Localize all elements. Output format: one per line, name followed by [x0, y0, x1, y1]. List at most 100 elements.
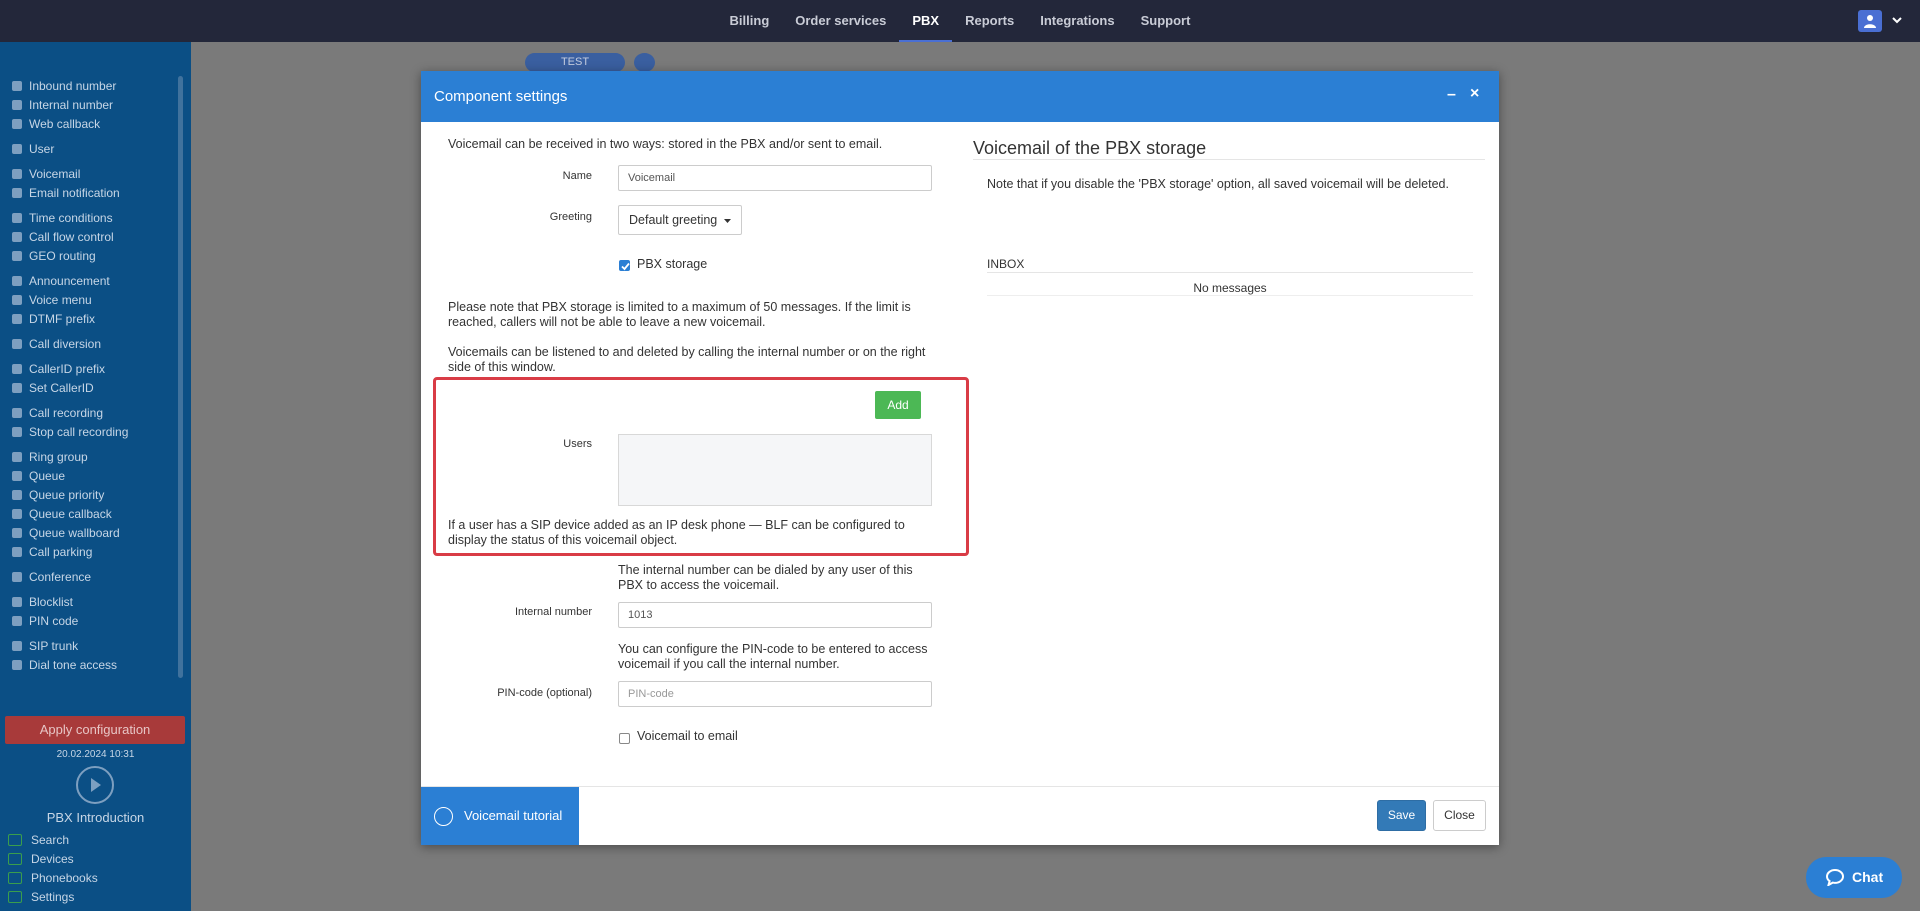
chat-button[interactable]: Chat — [1806, 857, 1902, 898]
nav-integrations[interactable]: Integrations — [1027, 0, 1127, 42]
sidebar-item[interactable]: Call parking — [0, 542, 178, 561]
pin-code-label: PIN-code (optional) — [497, 687, 592, 699]
list-icon — [12, 363, 22, 374]
close-button[interactable]: Close — [1433, 800, 1486, 831]
chevron-down-icon[interactable] — [1892, 16, 1902, 24]
table-icon — [12, 527, 22, 538]
sidebar: Inbound number Internal number Web callbac… — [0, 42, 191, 911]
sidebar-item-label: Call parking — [29, 544, 93, 559]
save-button[interactable]: Save — [1377, 800, 1426, 831]
sidebar-item[interactable]: Email notification — [0, 183, 178, 202]
sidebar-item[interactable]: Voice menu — [0, 290, 178, 309]
user-icon — [12, 143, 22, 154]
sidebar-item-label: Conference — [29, 569, 92, 584]
sidebar-item-label: Queue — [29, 468, 66, 483]
microphone-slash-icon — [12, 426, 22, 437]
sidebar-item[interactable]: Call diversion — [0, 334, 178, 353]
nav-order-services[interactable]: Order services — [782, 0, 899, 42]
sidebar-item[interactable]: Queue — [0, 466, 178, 485]
sidebar-item[interactable]: PIN code — [0, 611, 178, 630]
sidebar-item[interactable]: DTMF prefix — [0, 309, 178, 328]
sidebar-bottom-link[interactable]: Devices — [8, 849, 98, 868]
sidebar-bottom-label: Search — [31, 832, 70, 847]
sidebar-item[interactable]: Internal number — [0, 95, 178, 114]
pin-code-input[interactable]: PIN-code — [618, 681, 932, 707]
apply-configuration-button[interactable]: Apply configuration — [5, 716, 185, 744]
sidebar-item[interactable]: Time conditions — [0, 208, 178, 227]
divider — [987, 295, 1473, 296]
voicemail-to-email-label: Voicemail to email — [637, 729, 738, 743]
sidebar-item-label: Queue callback — [29, 506, 112, 521]
nav-reports[interactable]: Reports — [952, 0, 1027, 42]
users-list[interactable] — [618, 434, 932, 506]
pbx-storage-label: PBX storage — [637, 257, 708, 271]
sidebar-item[interactable]: Announcement — [0, 271, 178, 290]
sidebar-item[interactable]: Ring group — [0, 447, 178, 466]
ban-icon — [12, 596, 22, 607]
sidebar-item-label: Time conditions — [29, 210, 113, 225]
modal-title: Component settings — [434, 88, 568, 105]
sidebar-item[interactable]: Inbound number — [0, 76, 178, 95]
nav-billing[interactable]: Billing — [717, 0, 783, 42]
canvas-add-tab-button[interactable] — [634, 53, 655, 72]
sidebar-item[interactable]: Set CallerID — [0, 378, 178, 397]
sidebar-item[interactable]: CallerID prefix — [0, 359, 178, 378]
chat-bubble-icon — [1826, 869, 1844, 886]
voicemail-to-email-checkbox[interactable] — [619, 733, 630, 744]
history-icon — [12, 118, 22, 129]
sidebar-bottom-label: Phonebooks — [31, 870, 98, 885]
book-icon — [434, 807, 453, 826]
sidebar-bottom-label: Settings — [31, 889, 75, 904]
pbx-introduction-link[interactable]: PBX Introduction — [0, 810, 191, 825]
sidebar-item[interactable]: Queue callback — [0, 504, 178, 523]
toggle-icon — [12, 231, 22, 242]
sidebar-item-label: Queue priority — [29, 487, 105, 502]
sidebar-item-label: Inbound number — [29, 78, 117, 93]
sidebar-item[interactable]: Stop call recording — [0, 422, 178, 441]
sidebar-item[interactable]: Queue wallboard — [0, 523, 178, 542]
minimize-icon[interactable]: – — [1447, 86, 1456, 104]
internal-number-input[interactable]: 1013 — [618, 602, 932, 628]
greeting-dropdown[interactable]: Default greeting — [618, 205, 742, 235]
monitor-icon — [8, 852, 22, 865]
sidebar-item[interactable]: Call recording — [0, 403, 178, 422]
add-user-button[interactable]: Add — [875, 391, 921, 419]
main-nav: Billing Order services PBX Reports Integ… — [0, 0, 1920, 42]
sidebar-item[interactable]: Conference — [0, 567, 178, 586]
sidebar-item[interactable]: Queue priority — [0, 485, 178, 504]
code-icon — [12, 313, 22, 324]
voicemail-tutorial-button[interactable]: Voicemail tutorial — [421, 787, 579, 845]
key-icon — [12, 615, 22, 626]
sidebar-item[interactable]: SIP trunk — [0, 636, 178, 655]
greeting-value: Default greeting — [629, 213, 718, 227]
sidebar-item-label: Dial tone access — [29, 657, 118, 672]
sidebar-item[interactable]: User — [0, 139, 178, 158]
sidebar-item[interactable]: Dial tone access — [0, 655, 178, 674]
map-pin-icon — [12, 99, 22, 110]
bell-icon — [12, 187, 22, 198]
sidebar-bottom-link[interactable]: Phonebooks — [8, 868, 98, 887]
pbx-storage-checkbox[interactable] — [619, 260, 630, 271]
sidebar-item-label: Voicemail — [29, 166, 81, 181]
component-menu: Inbound number Internal number Web callbac… — [0, 76, 178, 674]
user-menu-button[interactable] — [1858, 10, 1882, 32]
sidebar-scrollbar[interactable] — [178, 76, 183, 678]
sidebar-item[interactable]: Voicemail — [0, 164, 178, 183]
sidebar-item-label: Stop call recording — [29, 424, 129, 439]
canvas-tab-test[interactable]: TEST — [525, 53, 625, 72]
nav-support[interactable]: Support — [1128, 0, 1204, 42]
sidebar-bottom-link[interactable]: Settings — [8, 887, 98, 906]
sidebar-bottom-link[interactable]: Search — [8, 830, 98, 849]
play-intro-button[interactable] — [76, 766, 114, 804]
sidebar-item[interactable]: Blocklist — [0, 592, 178, 611]
internal-number-label: Internal number — [514, 606, 592, 618]
sidebar-item-label: Internal number — [29, 97, 114, 112]
nav-pbx[interactable]: PBX — [899, 0, 953, 42]
sidebar-item[interactable]: Web callback — [0, 114, 178, 133]
close-icon[interactable]: × — [1470, 85, 1479, 103]
storage-disable-note: Note that if you disable the 'PBX storag… — [987, 177, 1449, 191]
sidebar-item[interactable]: Call flow control — [0, 227, 178, 246]
name-input[interactable]: Voicemail — [618, 165, 932, 191]
inbox-label: INBOX — [987, 257, 1025, 271]
sidebar-item[interactable]: GEO routing — [0, 246, 178, 265]
